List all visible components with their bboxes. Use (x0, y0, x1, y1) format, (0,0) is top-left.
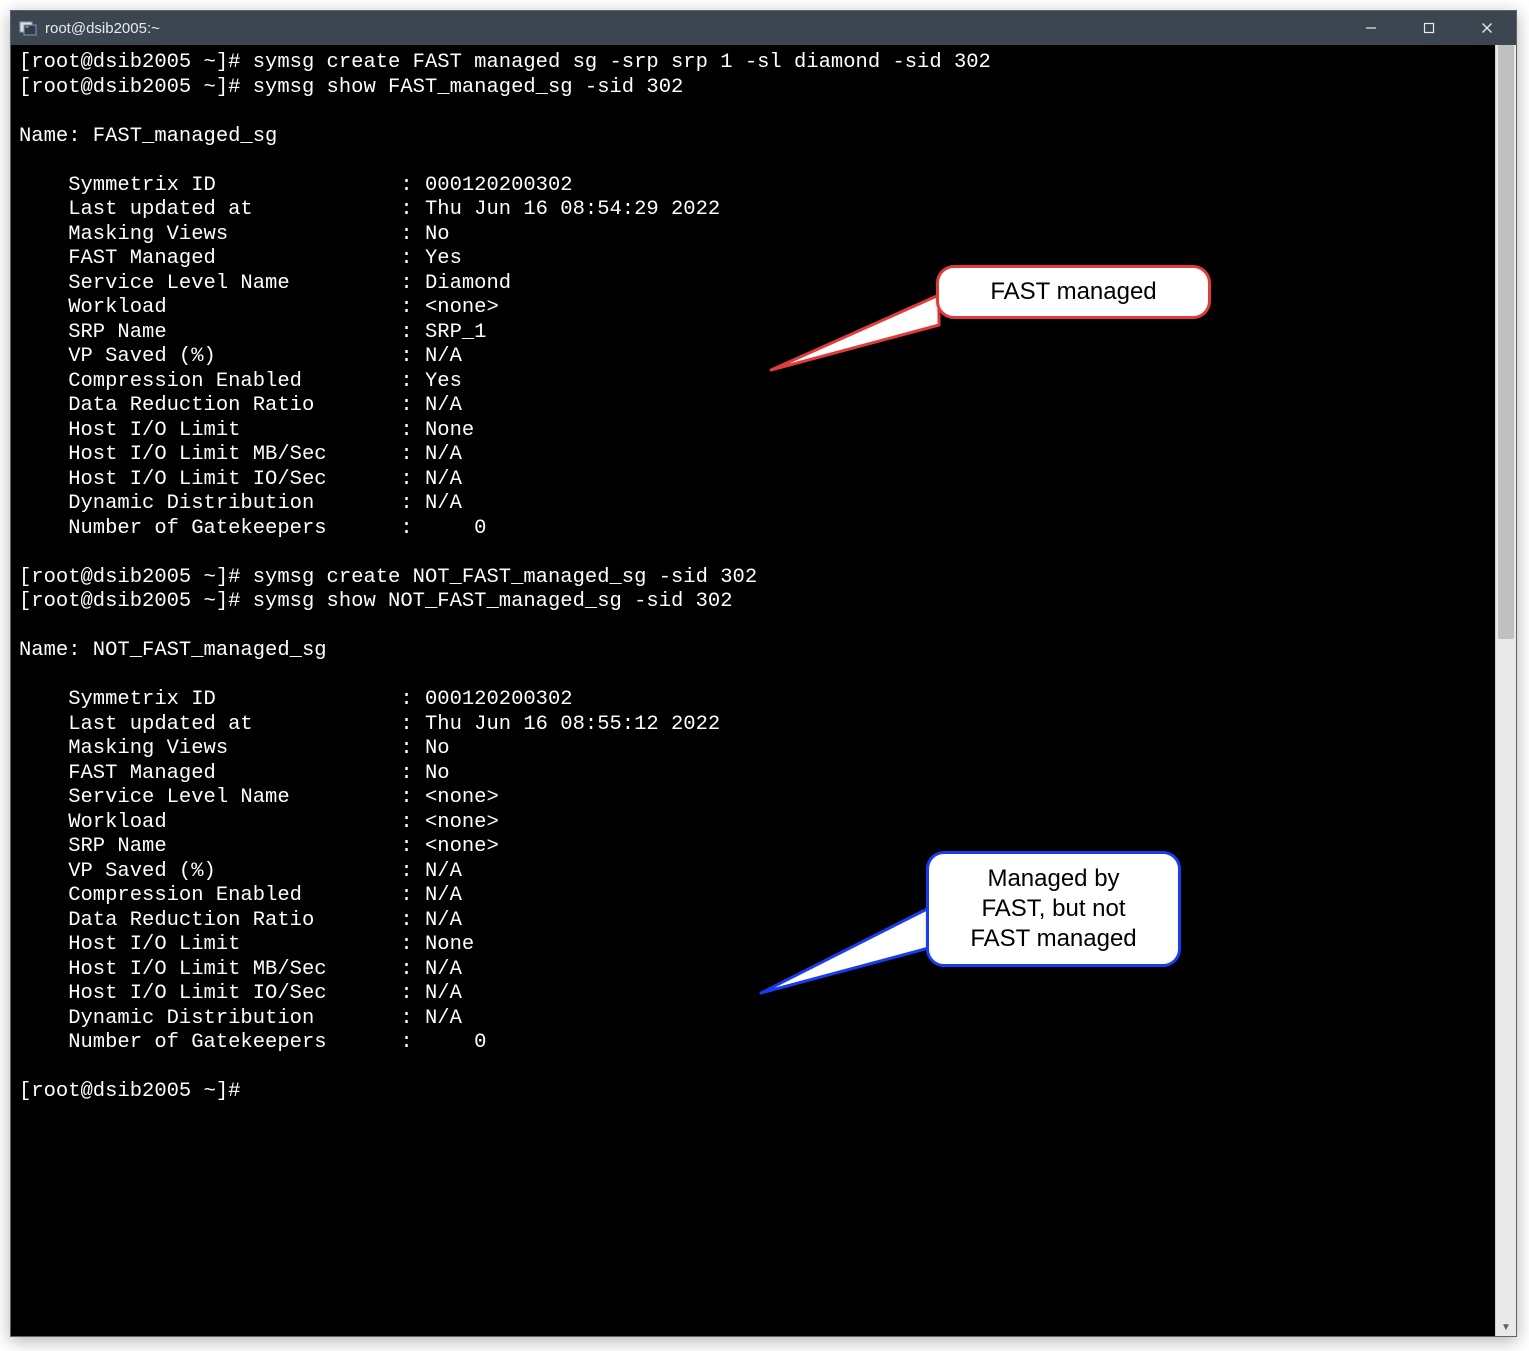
callout-label: FAST managed (936, 265, 1211, 319)
callout-fast-managed: FAST managed (751, 230, 1251, 400)
callout-label: Managed by FAST, but not FAST managed (926, 851, 1181, 967)
close-button[interactable] (1458, 11, 1516, 45)
vertical-scrollbar[interactable]: ▲ ▼ (1495, 45, 1516, 1336)
minimize-button[interactable] (1342, 11, 1400, 45)
titlebar[interactable]: root@dsib2005:~ (11, 11, 1516, 45)
maximize-button[interactable] (1400, 11, 1458, 45)
window-title: root@dsib2005:~ (45, 20, 1342, 37)
terminal-window: root@dsib2005:~ [root@dsib2005 ~]# symsg… (10, 10, 1517, 1337)
scrollbar-thumb[interactable] (1498, 45, 1514, 639)
callout-not-fast-managed: Managed by FAST, but not FAST managed (741, 823, 1261, 1053)
terminal-client: [root@dsib2005 ~]# symsg create FAST man… (11, 45, 1516, 1336)
putty-icon (19, 19, 37, 37)
scroll-down-icon[interactable]: ▼ (1496, 1318, 1516, 1336)
